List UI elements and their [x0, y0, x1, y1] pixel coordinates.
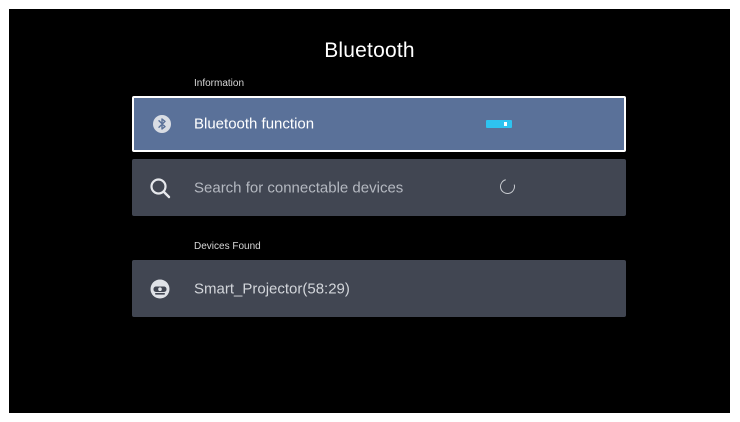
search-icon: [148, 176, 172, 200]
bluetooth-toggle-switch[interactable]: [486, 120, 512, 128]
search-devices-label: Search for connectable devices: [194, 179, 404, 196]
projector-device-icon: [148, 277, 172, 301]
bluetooth-icon: [150, 112, 174, 136]
section-label-information: Information: [194, 78, 245, 89]
device-row-smart-projector[interactable]: Smart_Projector(58:29): [132, 260, 626, 317]
bluetooth-function-label: Bluetooth function: [194, 115, 315, 133]
search-devices-row[interactable]: Search for connectable devices: [132, 159, 626, 216]
page-title: Bluetooth: [324, 39, 415, 62]
device-name-label: Smart_Projector(58:29): [194, 280, 350, 297]
loading-spinner-icon: [497, 176, 518, 197]
section-label-devices-found: Devices Found: [194, 241, 261, 252]
bluetooth-function-row[interactable]: Bluetooth function: [132, 96, 626, 152]
bluetooth-settings-screen: Bluetooth Information Bluetooth function…: [9, 9, 730, 413]
toggle-knob: [504, 122, 507, 126]
